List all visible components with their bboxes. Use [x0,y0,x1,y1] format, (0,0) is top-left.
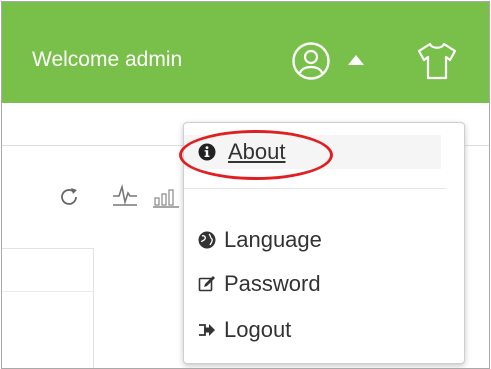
line-chart-icon[interactable] [112,184,138,208]
top-header: Welcome admin [2,2,489,103]
menu-item-label: Language [224,227,322,252]
caret-up-icon[interactable] [348,55,364,65]
menu-item-label: Password [224,271,321,296]
edit-icon [198,276,215,292]
app-window: Welcome admin About Language Password Lo… [1,1,490,369]
bar-chart-icon[interactable] [153,186,179,208]
panel-divider [2,291,93,292]
annotation-highlight-circle [179,130,333,180]
menu-item-logout[interactable]: Logout [184,312,441,348]
tshirt-icon[interactable] [416,42,458,80]
menu-item-language[interactable]: Language [184,222,441,258]
globe-icon [198,231,216,249]
user-circle-icon[interactable] [291,41,331,81]
welcome-text: Welcome admin [32,48,183,71]
menu-item-password[interactable]: Password [184,266,441,302]
dropdown-arrow [308,111,330,122]
menu-item-label: Logout [224,317,292,342]
content-panel [2,248,94,368]
refresh-icon[interactable] [58,186,80,208]
sign-out-icon [199,324,215,336]
menu-divider [184,188,446,189]
